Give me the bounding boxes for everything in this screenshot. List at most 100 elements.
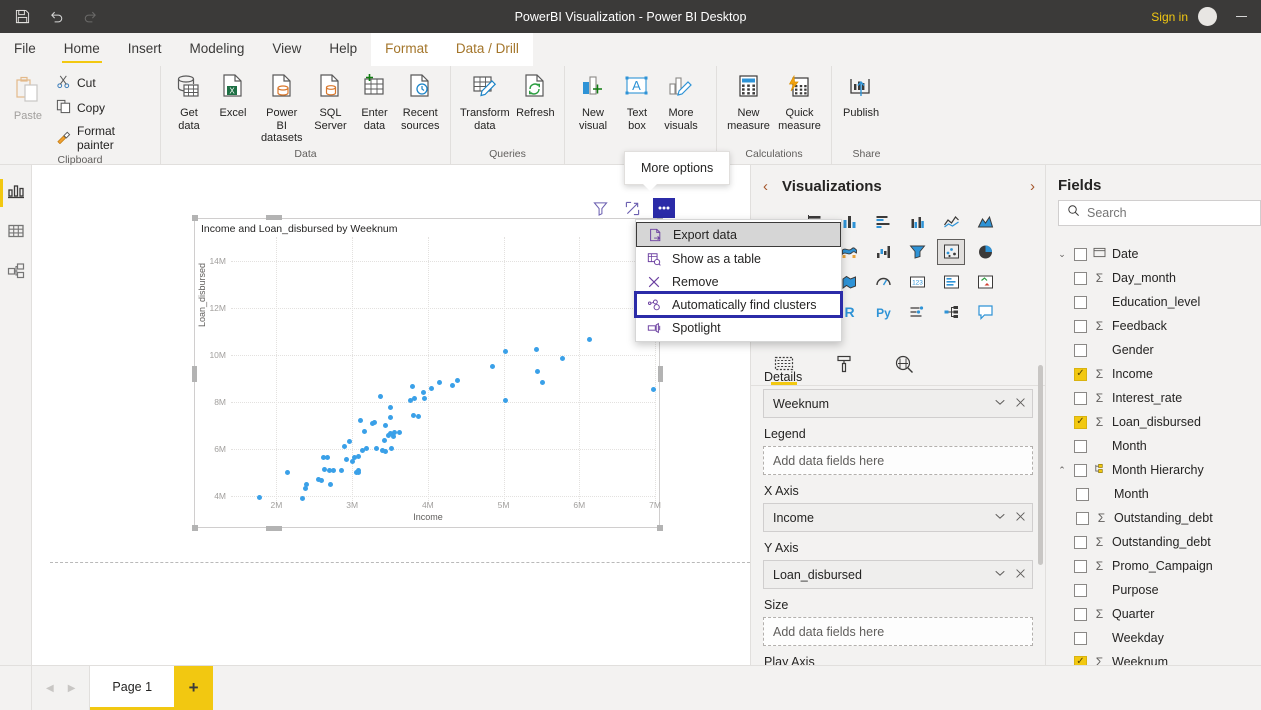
gauge-icon[interactable] xyxy=(869,269,897,295)
sidebar-item-model-view[interactable] xyxy=(0,253,32,293)
chevron-right-small-icon[interactable]: ▶ xyxy=(68,683,76,694)
field-row-weekday[interactable]: Weekday xyxy=(1056,626,1261,650)
scatter-data-point[interactable] xyxy=(357,418,363,424)
scatter-data-point[interactable] xyxy=(560,355,566,361)
excel-button[interactable]: X Excel xyxy=(211,68,255,123)
scatter-data-point[interactable] xyxy=(382,423,388,429)
field-row-feedback[interactable]: Σ Feedback xyxy=(1056,314,1261,338)
scatter-plot-area[interactable]: Loan_disbursed Income 4M 6M 8M 10M 12M 14M 2M 3… xyxy=(195,219,661,529)
scatter-data-point[interactable] xyxy=(429,386,435,392)
scatter-data-point[interactable] xyxy=(534,347,540,353)
scatter-data-point[interactable] xyxy=(364,445,370,451)
chevron-collapsed-icon[interactable]: ⌃ xyxy=(1056,465,1068,476)
focus-mode-icon[interactable] xyxy=(621,198,643,218)
field-row-month[interactable]: Month xyxy=(1056,482,1261,506)
decomposition-tree-icon[interactable] xyxy=(937,299,965,325)
transform-data-button[interactable]: Transform data xyxy=(457,68,513,135)
well-box-legend[interactable]: Add data fields here xyxy=(763,446,1033,475)
scatter-data-point[interactable] xyxy=(420,389,426,395)
waterfall-chart-icon[interactable] xyxy=(869,239,897,265)
field-row-education_level[interactable]: Education_level xyxy=(1056,290,1261,314)
field-checkbox[interactable] xyxy=(1074,439,1087,453)
scatter-data-point[interactable] xyxy=(328,482,334,488)
save-icon[interactable] xyxy=(12,7,32,27)
menu-item-export-data[interactable]: Export data xyxy=(636,222,841,247)
more-visuals-button[interactable]: More visuals xyxy=(659,68,703,135)
resize-handle-bottom[interactable] xyxy=(266,526,282,531)
scatter-data-point[interactable] xyxy=(355,453,361,459)
powerbi-datasets-button[interactable]: Power BI datasets xyxy=(255,68,308,148)
menu-item-remove[interactable]: Remove xyxy=(636,270,841,293)
field-checkbox[interactable] xyxy=(1074,343,1087,357)
visualizations-pane-scrollbar[interactable] xyxy=(1038,365,1043,565)
fields-search-box[interactable] xyxy=(1058,200,1261,226)
copy-button[interactable]: Copy xyxy=(54,97,154,119)
new-measure-button[interactable]: New measure xyxy=(723,68,774,135)
publish-button[interactable]: Publish xyxy=(838,68,884,123)
card-icon[interactable]: 123 xyxy=(903,269,931,295)
field-row-month-hierarchy[interactable]: ⌃ Month Hierarchy xyxy=(1056,458,1261,482)
tab-home[interactable]: Home xyxy=(50,33,114,66)
field-checkbox[interactable] xyxy=(1074,271,1087,285)
remove-field-icon[interactable] xyxy=(1015,511,1026,525)
funnel-chart-icon[interactable] xyxy=(903,239,931,265)
search-input[interactable] xyxy=(1087,206,1252,220)
sign-in-button[interactable]: Sign in xyxy=(1151,10,1188,24)
resize-handle-bottom-left[interactable] xyxy=(192,525,198,531)
scatter-data-point[interactable] xyxy=(284,470,290,476)
scatter-data-point[interactable] xyxy=(410,383,416,389)
scatter-chart-visual[interactable]: Income and Loan_disbursed by Weeknum Loa… xyxy=(194,218,661,529)
line-chart-icon[interactable] xyxy=(937,209,965,235)
scatter-data-point[interactable] xyxy=(535,368,541,374)
scatter-data-point[interactable] xyxy=(450,382,456,388)
scatter-data-point[interactable] xyxy=(344,456,350,462)
resize-handle-top-left[interactable] xyxy=(192,215,198,221)
field-row-day_month[interactable]: Σ Day_month xyxy=(1056,266,1261,290)
chevron-down-icon[interactable] xyxy=(994,510,1006,525)
remove-field-icon[interactable] xyxy=(1015,397,1026,411)
cut-button[interactable]: Cut xyxy=(54,72,154,94)
scatter-data-point[interactable] xyxy=(396,430,402,436)
field-row-interest_rate[interactable]: Σ Interest_rate xyxy=(1056,386,1261,410)
scatter-data-point[interactable] xyxy=(372,419,378,425)
new-visual-button[interactable]: New visual xyxy=(571,68,615,135)
field-row-income[interactable]: Σ Income xyxy=(1056,362,1261,386)
field-wells[interactable]: Details Weeknum Legend Add data fields here… xyxy=(751,361,1045,710)
scatter-data-point[interactable] xyxy=(319,478,325,484)
fields-list[interactable]: ⌄ Date Σ Day_month Education_level Σ Feedback G… xyxy=(1046,242,1261,710)
kpi-icon[interactable] xyxy=(971,269,999,295)
field-row-date[interactable]: ⌄ Date xyxy=(1056,242,1261,266)
scatter-data-point[interactable] xyxy=(339,467,345,473)
undo-icon[interactable] xyxy=(46,7,66,27)
field-checkbox[interactable] xyxy=(1074,559,1087,573)
scatter-data-point[interactable] xyxy=(257,494,263,500)
format-painter-button[interactable]: Format painter xyxy=(54,122,154,154)
scatter-data-point[interactable] xyxy=(387,415,393,421)
chevron-down-icon[interactable] xyxy=(994,567,1006,582)
scatter-data-point[interactable] xyxy=(454,378,460,384)
scatter-data-point[interactable] xyxy=(299,496,305,502)
field-row-gender[interactable]: Gender xyxy=(1056,338,1261,362)
refresh-button[interactable]: Refresh xyxy=(513,68,558,123)
menu-item-spotlight[interactable]: Spotlight xyxy=(636,316,841,339)
tab-file[interactable]: File xyxy=(0,33,50,66)
scatter-data-point[interactable] xyxy=(304,481,310,487)
quick-measure-button[interactable]: Quick measure xyxy=(774,68,825,135)
scatter-chart-icon[interactable] xyxy=(937,239,965,265)
tab-data-drill[interactable]: Data / Drill xyxy=(441,33,533,66)
scatter-data-point[interactable] xyxy=(382,438,388,444)
filter-funnel-icon[interactable] xyxy=(589,198,611,218)
scatter-data-point[interactable] xyxy=(412,396,418,402)
field-row-outstanding_debt[interactable]: Σ Outstanding_debt xyxy=(1056,530,1261,554)
field-checkbox[interactable] xyxy=(1074,319,1087,333)
scatter-data-point[interactable] xyxy=(422,396,428,402)
chevron-left-small-icon[interactable]: ◀ xyxy=(46,683,54,694)
field-checkbox[interactable] xyxy=(1074,631,1087,645)
recent-sources-button[interactable]: Recent sources xyxy=(396,68,444,135)
field-checkbox[interactable] xyxy=(1074,607,1087,621)
well-box-details[interactable]: Weeknum xyxy=(763,389,1033,418)
well-box-y-axis[interactable]: Loan_disbursed xyxy=(763,560,1033,589)
scatter-data-point[interactable] xyxy=(361,428,367,434)
minimize-button[interactable] xyxy=(1227,0,1255,33)
field-row-outstanding_debt[interactable]: Σ Outstanding_debt xyxy=(1056,506,1261,530)
